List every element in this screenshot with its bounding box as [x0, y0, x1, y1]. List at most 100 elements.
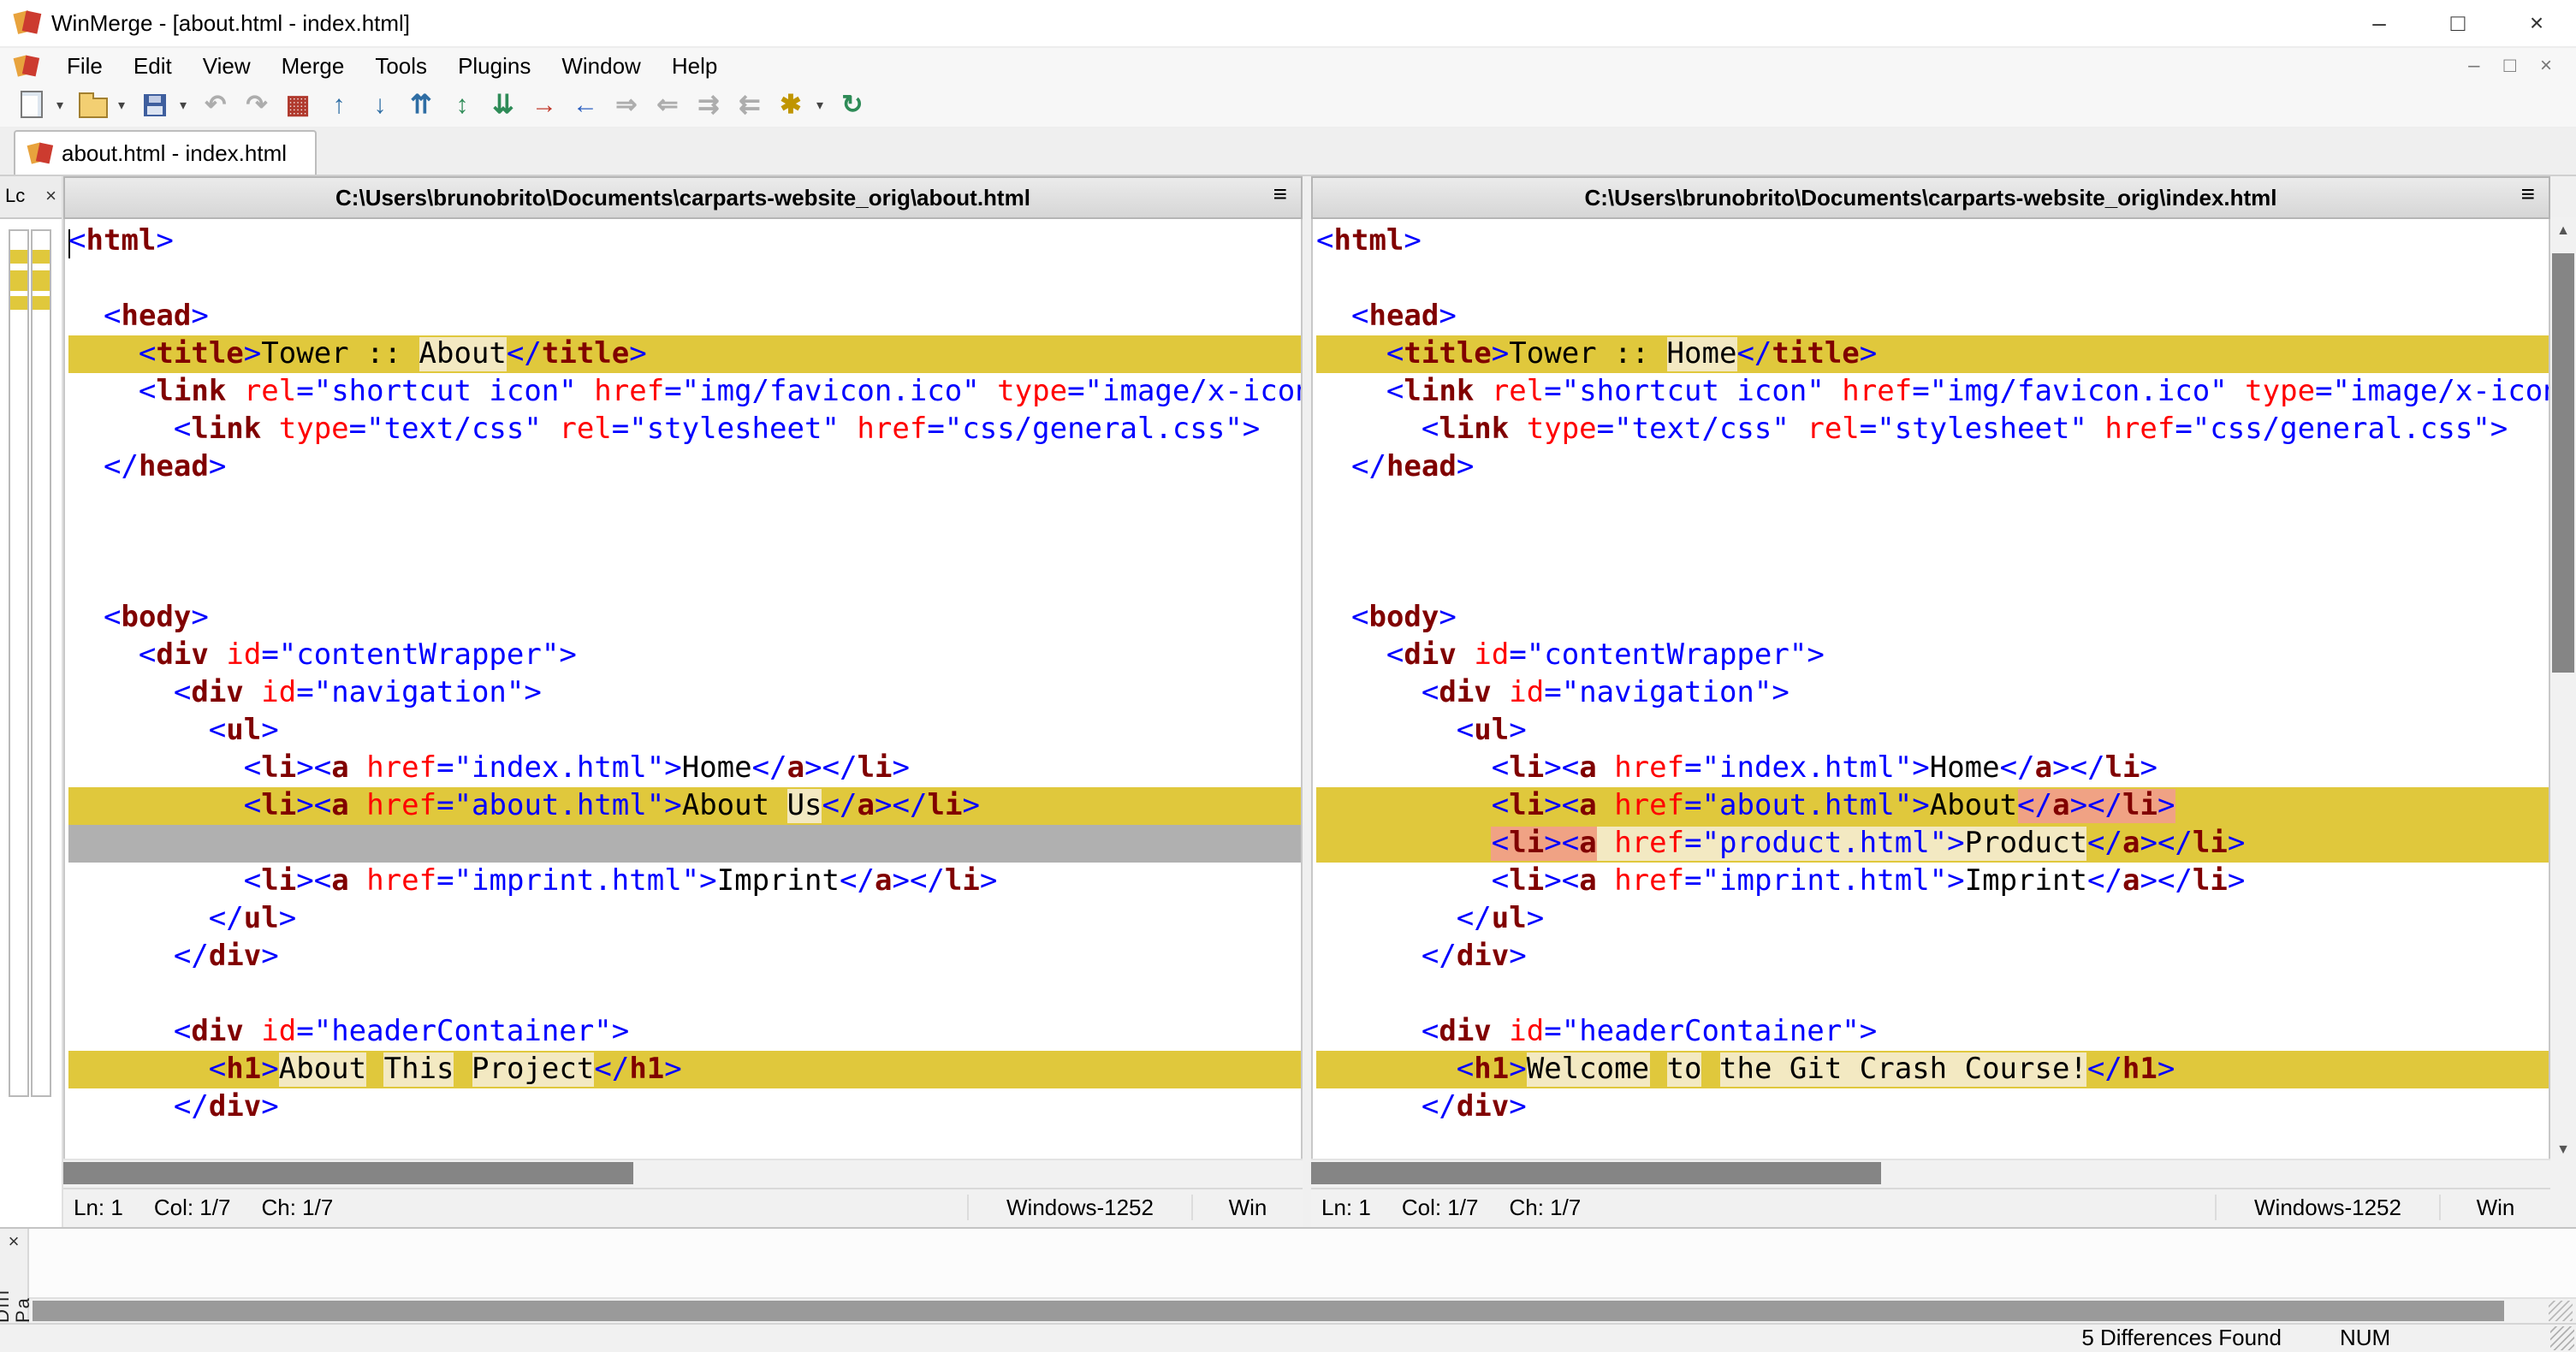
- mdi-restore-button[interactable]: □: [2503, 54, 2516, 78]
- diff-pane-scroll-thumb[interactable]: [33, 1300, 2504, 1321]
- document-system-menu-icon[interactable]: [15, 55, 38, 77]
- mdi-close-button[interactable]: ×: [2540, 54, 2552, 78]
- diff-mark[interactable]: [10, 296, 27, 311]
- right-pane-menu-icon[interactable]: ≡: [2521, 179, 2535, 206]
- window-resize-grip[interactable]: [2550, 1326, 2574, 1350]
- save-button[interactable]: [134, 85, 175, 126]
- code-line[interactable]: <body>: [1316, 600, 2549, 637]
- scroll-up-icon[interactable]: ▲: [2550, 216, 2576, 243]
- code-line[interactable]: </head>: [1316, 449, 2549, 487]
- code-line[interactable]: <li><a href="about.html">About</a></li>: [1316, 787, 2549, 826]
- location-pane-map[interactable]: [0, 218, 62, 1227]
- code-line[interactable]: [1316, 976, 2549, 1014]
- vertical-scrollbar[interactable]: ▲ ▼: [2550, 175, 2576, 1227]
- diff-mark[interactable]: [10, 270, 27, 292]
- code-line[interactable]: <link type="text/css" rel="stylesheet" h…: [68, 412, 1301, 449]
- diff-mark[interactable]: [33, 270, 50, 292]
- code-line[interactable]: <div id="contentWrapper">: [68, 637, 1301, 675]
- options-button[interactable]: ▦: [277, 85, 318, 126]
- vscroll-thumb[interactable]: [2552, 252, 2574, 673]
- code-line[interactable]: <link type="text/css" rel="stylesheet" h…: [1316, 412, 2549, 449]
- code-line[interactable]: </div>: [68, 1089, 1301, 1127]
- location-pane-close-icon[interactable]: ×: [45, 186, 56, 206]
- menu-view[interactable]: View: [187, 48, 266, 84]
- left-code-editor[interactable]: <html> <head> <title>Tower :: About</tit…: [63, 219, 1303, 1159]
- menu-edit[interactable]: Edit: [118, 48, 187, 84]
- refresh-button[interactable]: ↻: [832, 85, 873, 126]
- code-line[interactable]: </ul>: [1316, 901, 2549, 939]
- all-left-button[interactable]: ⇇: [729, 85, 770, 126]
- diff-pane-close-icon[interactable]: ×: [9, 1231, 20, 1252]
- menu-help[interactable]: Help: [656, 48, 733, 84]
- first-difference-button[interactable]: ⇈: [401, 85, 442, 126]
- code-line[interactable]: <head>: [68, 299, 1301, 336]
- next-difference-button[interactable]: ↓: [359, 85, 401, 126]
- code-line[interactable]: [68, 261, 1301, 299]
- copy-left-button[interactable]: ←: [565, 85, 606, 126]
- location-strip-left[interactable]: [9, 228, 29, 1097]
- code-line[interactable]: <div id="headerContainer">: [68, 1014, 1301, 1052]
- code-line[interactable]: [68, 825, 1301, 863]
- open-button[interactable]: [72, 85, 113, 126]
- save-dropdown-icon[interactable]: ▾: [175, 98, 192, 113]
- code-line[interactable]: <title>Tower :: Home</title>: [1316, 335, 2549, 374]
- copy-left-advance-button[interactable]: ⇐: [647, 85, 688, 126]
- code-line[interactable]: <html>: [1316, 223, 2549, 261]
- code-line[interactable]: <h1>About This Project</h1>: [68, 1051, 1301, 1089]
- code-line[interactable]: <div id="headerContainer">: [1316, 1014, 2549, 1052]
- code-line[interactable]: [68, 976, 1301, 1014]
- code-line[interactable]: <link rel="shortcut icon" href="img/favi…: [1316, 374, 2549, 412]
- menu-plugins[interactable]: Plugins: [442, 48, 546, 84]
- menu-window[interactable]: Window: [546, 48, 656, 84]
- right-horizontal-scrollbar[interactable]: [1311, 1159, 2550, 1188]
- code-line[interactable]: [1316, 487, 2549, 525]
- compare-tab[interactable]: about.html - index.html: [14, 129, 317, 175]
- code-line[interactable]: <h1>Welcome to the Git Crash Course!</h1…: [1316, 1051, 2549, 1089]
- minimize-button[interactable]: –: [2340, 0, 2419, 46]
- code-line[interactable]: </div>: [68, 939, 1301, 976]
- code-line[interactable]: <li><a href="index.html">Home</a></li>: [68, 750, 1301, 788]
- menu-file[interactable]: File: [51, 48, 118, 84]
- right-hscroll-thumb[interactable]: [1311, 1162, 1882, 1185]
- new-dropdown-icon[interactable]: ▾: [51, 98, 68, 113]
- copy-right-button[interactable]: →: [524, 85, 565, 126]
- diff-pane-resize-grip[interactable]: [2549, 1300, 2573, 1321]
- redo-button[interactable]: ↷: [236, 85, 277, 126]
- auto-merge-button[interactable]: ✱: [770, 85, 811, 126]
- diff-pane-content[interactable]: [29, 1228, 2576, 1297]
- code-line[interactable]: <div id="navigation">: [68, 675, 1301, 713]
- code-line[interactable]: <html>: [68, 223, 1301, 261]
- pane-splitter[interactable]: [1303, 175, 1311, 1227]
- undo-button[interactable]: ↶: [195, 85, 236, 126]
- auto-merge-dropdown-icon[interactable]: ▾: [811, 98, 828, 113]
- code-line[interactable]: <body>: [68, 600, 1301, 637]
- diff-mark[interactable]: [33, 296, 50, 311]
- code-line[interactable]: [1316, 261, 2549, 299]
- menu-merge[interactable]: Merge: [266, 48, 360, 84]
- code-line[interactable]: [68, 562, 1301, 600]
- code-line[interactable]: <div id="contentWrapper">: [1316, 637, 2549, 675]
- location-strip-right[interactable]: [31, 228, 51, 1097]
- code-line[interactable]: <ul>: [1316, 713, 2549, 750]
- copy-right-advance-button[interactable]: ⇒: [606, 85, 647, 126]
- all-right-button[interactable]: ⇉: [688, 85, 729, 126]
- scroll-down-icon[interactable]: ▼: [2550, 1136, 2576, 1162]
- code-line[interactable]: <ul>: [68, 713, 1301, 750]
- code-line[interactable]: <head>: [1316, 299, 2549, 336]
- code-line[interactable]: </div>: [1316, 1089, 2549, 1127]
- code-line[interactable]: <li><a href="index.html">Home</a></li>: [1316, 750, 2549, 788]
- diff-mark[interactable]: [10, 249, 27, 264]
- left-pane-menu-icon[interactable]: ≡: [1273, 179, 1287, 206]
- left-horizontal-scrollbar[interactable]: [63, 1159, 1303, 1188]
- code-line[interactable]: <li><a href="imprint.html">Imprint</a></…: [1316, 863, 2549, 901]
- code-line[interactable]: </ul>: [68, 901, 1301, 939]
- prev-difference-button[interactable]: ↑: [318, 85, 359, 126]
- close-button[interactable]: ×: [2497, 0, 2576, 46]
- new-button[interactable]: [10, 85, 51, 126]
- last-difference-button[interactable]: ⇊: [483, 85, 524, 126]
- mdi-minimize-button[interactable]: –: [2468, 54, 2479, 78]
- code-line[interactable]: <title>Tower :: About</title>: [68, 335, 1301, 374]
- code-line[interactable]: <li><a href="product.html">Product</a></…: [1316, 825, 2549, 863]
- code-line[interactable]: [1316, 525, 2549, 562]
- code-line[interactable]: <li><a href="about.html">About Us</a></l…: [68, 787, 1301, 826]
